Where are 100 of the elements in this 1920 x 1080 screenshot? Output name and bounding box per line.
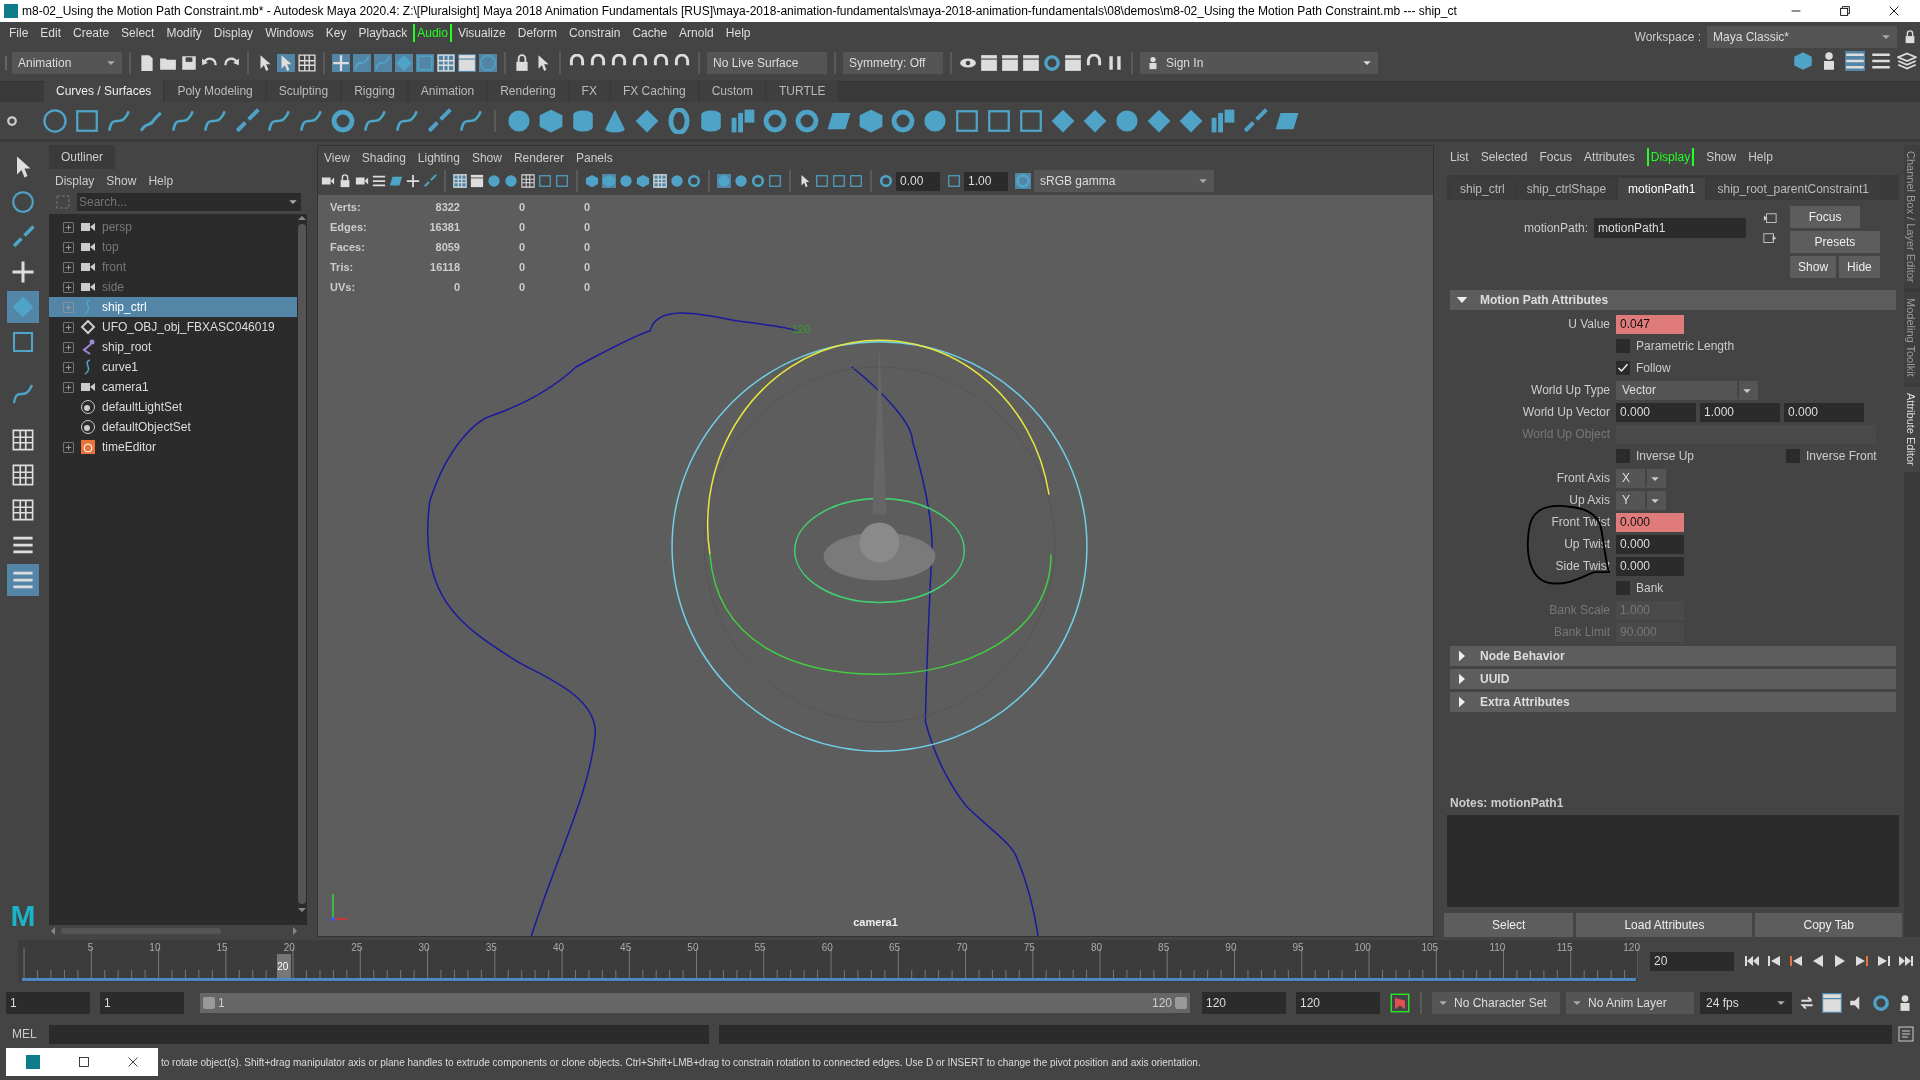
previous-key-icon[interactable]	[1788, 953, 1804, 969]
anim-layer-dropdown[interactable]: No Anim Layer	[1566, 992, 1694, 1014]
square-icon[interactable]	[416, 53, 434, 72]
footer-button[interactable]: Copy Tab	[1755, 913, 1902, 937]
expand-icon[interactable]	[63, 241, 74, 253]
minimized-window[interactable]	[6, 1048, 158, 1076]
end-frame-field[interactable]: 120	[1296, 992, 1380, 1014]
menu-item[interactable]: Help	[1748, 148, 1773, 166]
expand-icon[interactable]	[63, 341, 74, 353]
number-field[interactable]: 0.000	[1616, 402, 1696, 422]
app-icon[interactable]	[24, 1054, 41, 1070]
ring-icon[interactable]	[1872, 994, 1890, 1012]
workspace-dropdown[interactable]: Maya Classic*	[1707, 26, 1897, 48]
menu-item[interactable]: Audio	[413, 24, 452, 42]
current-frame-field[interactable]: 20	[1650, 951, 1734, 971]
start-frame-field[interactable]: 1	[6, 992, 90, 1014]
menu-item[interactable]: Windows	[259, 24, 320, 42]
show-button[interactable]: Show	[1790, 256, 1837, 278]
square-icon[interactable]	[832, 174, 846, 188]
sphere-icon[interactable]	[504, 174, 518, 188]
number-field[interactable]: 0.000	[1784, 402, 1864, 422]
menu-item[interactable]: Visualize	[451, 24, 512, 42]
ring-icon[interactable]	[330, 107, 356, 134]
menu-item[interactable]: Panels	[575, 149, 613, 167]
ring-icon[interactable]	[890, 107, 916, 134]
sign-in-dropdown[interactable]: Sign In	[1140, 51, 1378, 74]
diamond-icon[interactable]	[634, 107, 660, 134]
ring-icon[interactable]	[762, 107, 788, 134]
side-tab[interactable]: Attribute Editor	[1904, 387, 1920, 472]
save-icon[interactable]	[180, 53, 198, 72]
plus-icon[interactable]	[11, 260, 35, 284]
grid-icon[interactable]	[298, 53, 316, 72]
gear-icon[interactable]	[6, 114, 18, 127]
outliner-item[interactable]: UFO_OBJ_obj_FBXASC046019	[49, 317, 297, 337]
step-forward-icon[interactable]	[1876, 953, 1892, 969]
layers-icon[interactable]	[1897, 51, 1917, 71]
loop-icon[interactable]	[1798, 994, 1816, 1012]
list-icon[interactable]	[1871, 51, 1891, 71]
blocks-icon[interactable]	[730, 107, 756, 134]
notes-field[interactable]	[1447, 815, 1899, 907]
number-field[interactable]: 0.047	[1616, 314, 1684, 334]
menu-item[interactable]: Playback	[352, 24, 414, 42]
panel-tab[interactable]: Outliner	[49, 145, 116, 169]
grid-icon[interactable]	[437, 53, 455, 72]
cube-icon[interactable]	[858, 107, 884, 134]
character-set-dropdown[interactable]: No Character Set	[1432, 992, 1560, 1014]
curve-icon[interactable]	[11, 382, 35, 406]
side-tab[interactable]: Channel Box / Layer Editor	[1904, 145, 1920, 289]
node-name-field[interactable]: motionPath1	[1594, 218, 1747, 238]
outliner-item[interactable]: ship_ctrl	[49, 297, 297, 317]
sphere-icon[interactable]	[619, 174, 633, 188]
menu-item[interactable]: Deform	[511, 24, 564, 42]
menu-item[interactable]: Attributes	[1584, 148, 1635, 166]
checkbox[interactable]	[1616, 581, 1630, 595]
shelf-tab[interactable]: Custom	[699, 80, 765, 102]
sphere-icon[interactable]	[922, 107, 948, 134]
menu-item[interactable]: Create	[67, 24, 116, 42]
clapper-icon[interactable]	[1001, 53, 1019, 72]
clapper-icon[interactable]	[458, 53, 476, 72]
square-icon[interactable]	[74, 107, 100, 134]
node-tab[interactable]: motionPath1	[1618, 178, 1706, 200]
diamond-icon[interactable]	[1178, 107, 1204, 134]
cylinder-icon[interactable]	[698, 107, 724, 134]
square-icon[interactable]	[986, 107, 1012, 134]
load-input-icon[interactable]	[1762, 212, 1779, 226]
sphere-icon[interactable]	[487, 174, 501, 188]
expand-icon[interactable]	[63, 221, 74, 233]
load-output-icon[interactable]	[1762, 232, 1779, 246]
shelf-tab[interactable]: Rendering	[488, 80, 568, 102]
checkbox[interactable]	[1786, 449, 1800, 463]
menu-item[interactable]: Display	[207, 24, 260, 42]
ring-icon[interactable]	[1043, 53, 1061, 72]
brush-icon[interactable]	[423, 174, 437, 188]
list-icon[interactable]	[372, 174, 386, 188]
command-language[interactable]: MEL	[6, 1025, 43, 1043]
shelf-tab[interactable]: Curves / Surfaces	[44, 80, 164, 102]
pause-icon[interactable]	[1106, 53, 1124, 72]
outliner-item[interactable]: defaultObjectSet	[49, 417, 297, 437]
expand-icon[interactable]	[63, 441, 74, 453]
number-field[interactable]: 0.000	[1616, 512, 1684, 532]
brush-icon[interactable]	[234, 107, 260, 134]
menu-item[interactable]: Constrain	[563, 24, 627, 42]
cube-icon[interactable]	[538, 107, 564, 134]
menu-item[interactable]: Help	[719, 24, 757, 42]
menu-item[interactable]: Modify	[160, 24, 208, 42]
restore-icon[interactable]	[1838, 4, 1852, 18]
menu-item[interactable]: Lighting	[417, 149, 460, 167]
menu-item[interactable]: Selected	[1480, 148, 1528, 166]
diamond-icon[interactable]	[1050, 107, 1076, 134]
expand-icon[interactable]	[63, 261, 74, 273]
fps-dropdown[interactable]: 24 fps	[1700, 992, 1792, 1014]
ring-icon[interactable]	[794, 107, 820, 134]
step-back-icon[interactable]	[1766, 953, 1782, 969]
circle-icon[interactable]	[479, 53, 497, 72]
cube-icon[interactable]	[585, 174, 599, 188]
menu-item[interactable]: Key	[319, 24, 353, 42]
cube-icon[interactable]	[636, 174, 650, 188]
playback-start-field[interactable]: 1	[100, 992, 184, 1014]
square-icon[interactable]	[815, 174, 829, 188]
sphere-icon[interactable]	[506, 107, 532, 134]
